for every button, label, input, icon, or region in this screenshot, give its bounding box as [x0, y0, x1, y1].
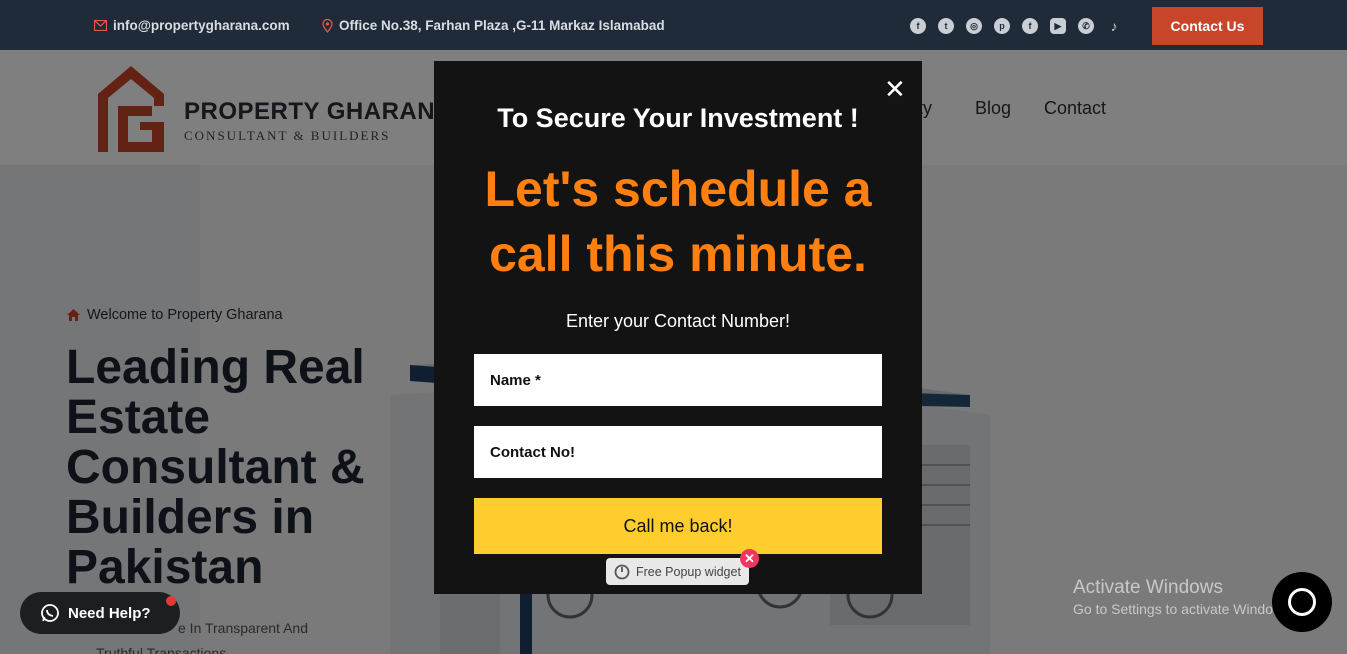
social-links: f t ◎ p f ▶ ✆ ♪: [910, 18, 1122, 34]
whatsapp-icon: [41, 604, 59, 622]
chat-widget-button[interactable]: [1272, 572, 1332, 632]
popup-prompt: Enter your Contact Number!: [565, 311, 791, 331]
instagram-icon[interactable]: ◎: [966, 18, 982, 34]
widget-tag-label: Free Popup widget: [636, 564, 741, 579]
popup-heading: To Secure Your Investment !: [497, 103, 859, 133]
tiktok-icon[interactable]: ♪: [1106, 18, 1122, 34]
youtube-icon[interactable]: ▶: [1050, 18, 1066, 34]
mail-icon: [94, 20, 107, 31]
email-text: info@propertygharana.com: [113, 18, 290, 33]
location-pin-icon: [322, 18, 333, 33]
widget-close-icon[interactable]: ✕: [740, 549, 759, 568]
popup-logo-icon: [614, 564, 630, 579]
facebook-icon[interactable]: f: [1022, 18, 1038, 34]
need-help-label: Need Help?: [68, 604, 151, 622]
whatsapp-icon[interactable]: ✆: [1078, 18, 1094, 34]
twitter-icon[interactable]: t: [938, 18, 954, 34]
office-text: Office No.38, Farhan Plaza ,G-11 Markaz …: [339, 18, 665, 33]
contact-number-input[interactable]: [474, 426, 882, 478]
email-link[interactable]: info@propertygharana.com: [94, 18, 290, 33]
popup-widget-tag[interactable]: Free Popup widget: [606, 558, 749, 585]
need-help-button[interactable]: Need Help?: [20, 592, 180, 634]
activate-subtitle: Go to Settings to activate Windows.: [1073, 601, 1294, 617]
activate-title: Activate Windows: [1073, 577, 1223, 598]
pinterest-icon[interactable]: p: [994, 18, 1010, 34]
callback-popup: ✕ To Secure Your Investment ! Let's sche…: [434, 61, 922, 594]
facebook-icon[interactable]: f: [910, 18, 926, 34]
office-address: Office No.38, Farhan Plaza ,G-11 Markaz …: [322, 18, 665, 33]
chat-icon: [1288, 588, 1316, 616]
popup-headline: Let's schedule a call this minute.: [484, 161, 872, 282]
close-icon[interactable]: ✕: [884, 76, 906, 102]
notification-dot: [166, 596, 176, 606]
contact-us-button[interactable]: Contact Us: [1152, 7, 1263, 45]
top-bar: info@propertygharana.com Office No.38, F…: [0, 0, 1347, 50]
activate-windows-watermark: Activate Windows Go to Settings to activ…: [1073, 577, 1294, 617]
call-me-back-button[interactable]: Call me back!: [474, 498, 882, 554]
name-input[interactable]: [474, 354, 882, 406]
